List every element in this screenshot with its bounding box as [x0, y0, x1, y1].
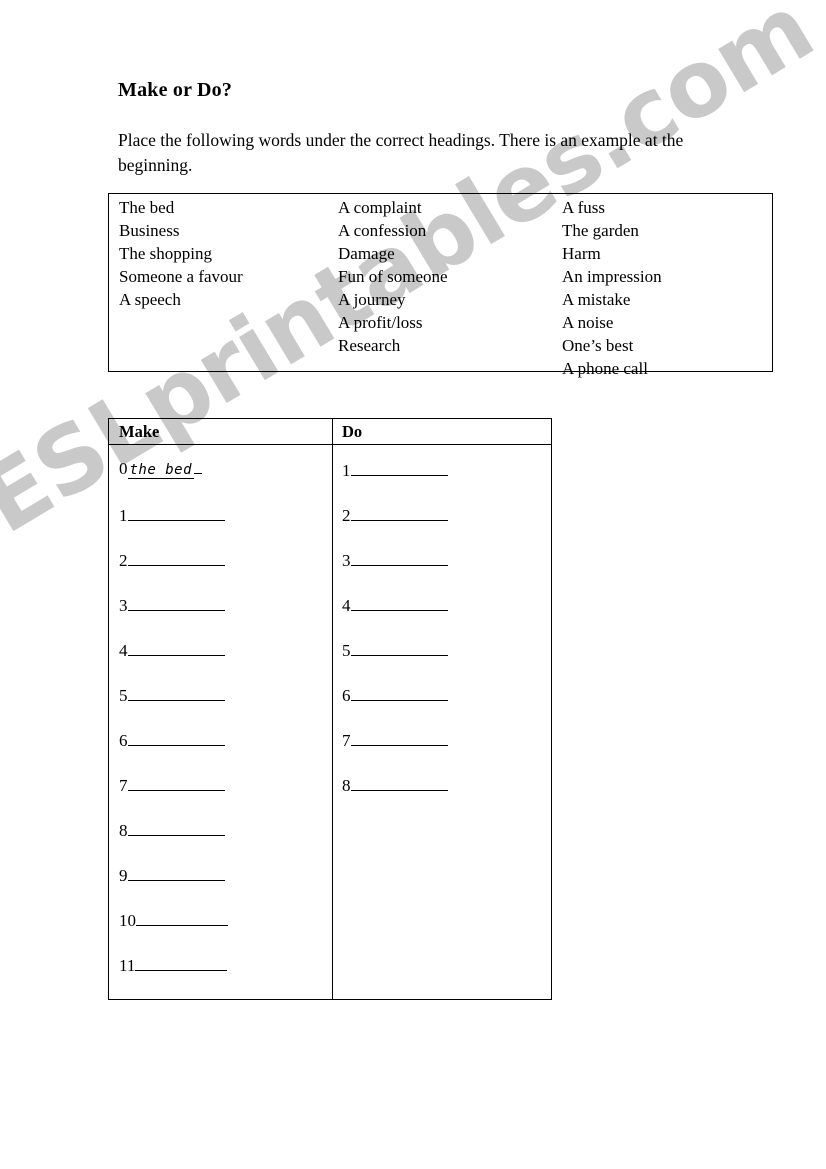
word-bank-item: A fuss [562, 198, 605, 217]
row-number: 5 [119, 686, 128, 705]
word-bank-item: A mistake [562, 290, 631, 309]
answer-blank-line[interactable] [350, 549, 448, 566]
word-bank-box: The bed Business The shopping Someone a … [108, 193, 773, 378]
word-bank-item: Damage [338, 244, 395, 263]
row-number: 4 [119, 641, 128, 660]
answer-blank-line[interactable] [350, 594, 448, 611]
word-bank-item: The garden [562, 221, 639, 240]
word-bank-item: Research [338, 336, 401, 355]
row-number: 1 [119, 506, 128, 525]
example-answer-line [194, 459, 203, 474]
word-bank-item: Harm [562, 244, 601, 263]
answer-row[interactable]: 7 [119, 774, 228, 819]
word-bank-column-1: The bed Business The shopping Someone a … [119, 196, 243, 311]
worksheet-page: ESLprintables.com Make or Do? Place the … [0, 0, 826, 1169]
row-number: 9 [119, 866, 128, 885]
row-number: 8 [342, 776, 351, 795]
instructions-text: Place the following words under the corr… [118, 130, 684, 175]
page-title: Make or Do? [118, 79, 233, 101]
answer-row[interactable]: 8 [342, 774, 448, 819]
answer-row[interactable]: 1 [342, 459, 448, 504]
word-bank-item: A complaint [338, 198, 422, 217]
word-bank-item: A journey [338, 290, 406, 309]
answer-row[interactable]: 3 [119, 594, 228, 639]
answer-row[interactable]: 2 [119, 549, 228, 594]
answer-row[interactable]: 1 [119, 504, 228, 549]
row-number: 10 [119, 911, 136, 930]
answer-blank-line[interactable] [127, 864, 225, 881]
row-number: 4 [342, 596, 351, 615]
answer-blank-line[interactable] [127, 729, 225, 746]
answer-blank-line[interactable] [350, 774, 448, 791]
answer-row[interactable]: 10 [119, 909, 228, 954]
table-header-rule [109, 444, 551, 445]
answer-row[interactable]: 4 [342, 594, 448, 639]
row-number: 7 [342, 731, 351, 750]
column-header-do: Do [342, 422, 363, 441]
answer-blank-line[interactable] [127, 774, 225, 791]
row-number: 0 [119, 459, 128, 478]
row-number: 3 [119, 596, 128, 615]
answer-blank-line[interactable] [127, 819, 225, 836]
answer-row[interactable]: 3 [342, 549, 448, 594]
answer-blank-line[interactable] [127, 684, 225, 701]
answer-blank-line[interactable] [136, 909, 228, 926]
word-bank-column-2: A complaint A confession Damage Fun of s… [338, 196, 448, 357]
answer-table: Make Do 0 the bed 1 2 3 4 5 6 7 8 9 10 11… [108, 418, 552, 1000]
answer-row[interactable]: 9 [119, 864, 228, 909]
word-bank-item: Fun of someone [338, 267, 448, 286]
row-number: 1 [342, 461, 351, 480]
row-number: 11 [119, 956, 136, 975]
answer-blank-line[interactable] [350, 684, 448, 701]
word-bank-item: The bed [119, 198, 175, 217]
table-column-divider [332, 419, 333, 999]
answer-blank-line[interactable] [350, 639, 448, 656]
answer-row[interactable]: 2 [342, 504, 448, 549]
answer-row[interactable]: 11 [119, 954, 228, 999]
row-number: 2 [342, 506, 351, 525]
word-bank-item: Someone a favour [119, 267, 243, 286]
word-bank-item: A noise [562, 313, 614, 332]
answer-row-example[interactable]: 0 the bed [119, 459, 228, 504]
row-number: 8 [119, 821, 128, 840]
word-bank-item: A phone call [562, 359, 648, 378]
answer-row[interactable]: 6 [119, 729, 228, 774]
answer-row[interactable]: 7 [342, 729, 448, 774]
example-answer-text: the bed [127, 462, 195, 479]
word-bank-item: One’s best [562, 336, 634, 355]
do-answer-column: 1 2 3 4 5 6 7 8 [342, 459, 448, 819]
row-number: 2 [119, 551, 128, 570]
answer-blank-line[interactable] [127, 594, 225, 611]
answer-row[interactable]: 5 [119, 684, 228, 729]
answer-blank-line[interactable] [350, 459, 448, 476]
word-bank-item: An impression [562, 267, 662, 286]
answer-row[interactable]: 8 [119, 819, 228, 864]
word-bank-item: A speech [119, 290, 181, 309]
word-bank-item: A profit/loss [338, 313, 423, 332]
answer-blank-line[interactable] [350, 504, 448, 521]
answer-row[interactable]: 5 [342, 639, 448, 684]
make-answer-column: 0 the bed 1 2 3 4 5 6 7 8 9 10 11 [119, 459, 228, 999]
answer-blank-line[interactable] [127, 549, 225, 566]
row-number: 6 [342, 686, 351, 705]
word-bank-item: A confession [338, 221, 427, 240]
column-header-make: Make [119, 422, 160, 441]
row-number: 7 [119, 776, 128, 795]
answer-row[interactable]: 4 [119, 639, 228, 684]
row-number: 5 [342, 641, 351, 660]
word-bank-item: Business [119, 221, 180, 240]
answer-blank-line[interactable] [135, 954, 228, 971]
word-bank-column-3: A fuss The garden Harm An impression A m… [562, 196, 662, 380]
answer-row[interactable]: 6 [342, 684, 448, 729]
answer-blank-line[interactable] [127, 504, 225, 521]
word-bank-item: The shopping [119, 244, 213, 263]
row-number: 3 [342, 551, 351, 570]
answer-blank-line[interactable] [127, 639, 225, 656]
row-number: 6 [119, 731, 128, 750]
answer-blank-line[interactable] [350, 729, 448, 746]
